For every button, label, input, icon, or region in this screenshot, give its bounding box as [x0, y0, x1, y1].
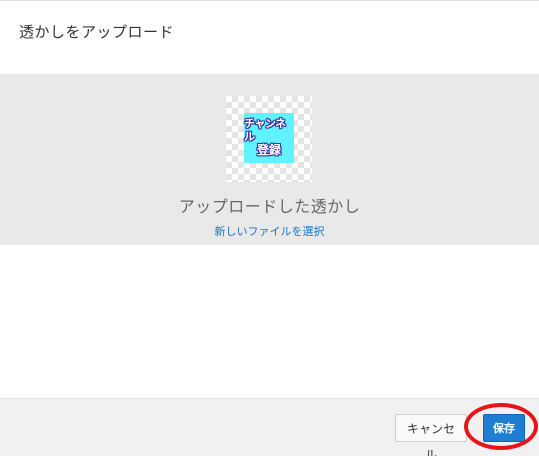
dialog-footer: キャンセル 保存 [0, 398, 539, 456]
watermark-image: チャンネル 登録 [244, 113, 294, 163]
upload-watermark-dialog: 透かしをアップロード チャンネル 登録 アップロードした透かし 新しいファイルを… [0, 0, 539, 456]
select-new-file-link[interactable]: 新しいファイルを選択 [0, 223, 539, 239]
watermark-text-line1: チャンネル [244, 117, 286, 144]
watermark-thumbnail-frame: チャンネル 登録 [226, 96, 312, 182]
dialog-title: 透かしをアップロード [19, 23, 175, 41]
watermark-text-line2: 登録 [256, 142, 281, 157]
cancel-button[interactable]: キャンセル [395, 414, 467, 456]
uploaded-watermark-label: アップロードした透かし [178, 197, 361, 216]
watermark-preview-area: チャンネル 登録 アップロードした透かし 新しいファイルを選択 [0, 74, 539, 245]
save-button[interactable]: 保存 [483, 414, 525, 442]
